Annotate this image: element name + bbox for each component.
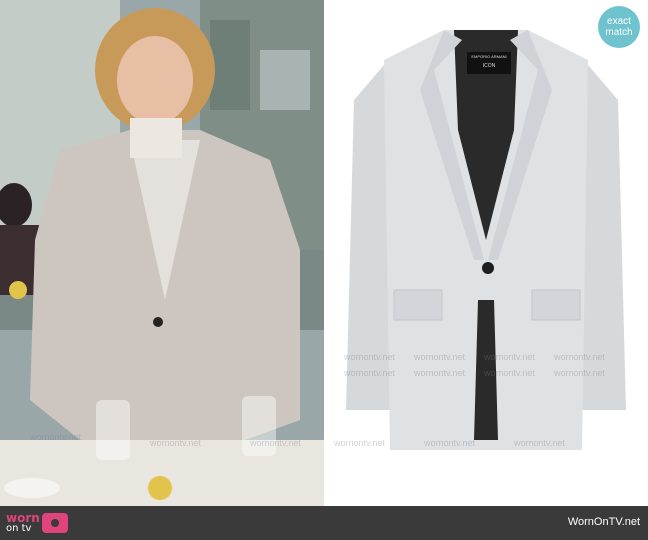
site-name[interactable]: WornOnTV.net bbox=[568, 516, 640, 528]
wornontv-logo[interactable]: worn on tv bbox=[6, 510, 86, 536]
tv-icon bbox=[42, 513, 68, 533]
logo-ontv-text: on tv bbox=[6, 523, 32, 534]
product-label-line1: EMPORIO ARMANI bbox=[471, 54, 507, 59]
blazer-illustration bbox=[346, 30, 626, 450]
product-photo: EMPORIO ARMANI ICON wornontv.net wornont… bbox=[324, 0, 648, 506]
exact-match-badge: exact match bbox=[598, 6, 640, 48]
badge-line2: match bbox=[605, 27, 633, 38]
scene-photo: wornontv.net wornontv.net wornontv.net bbox=[0, 0, 324, 506]
product-label-line2: ICON bbox=[482, 63, 496, 69]
footer-bar: worn on tv WornOnTV.net bbox=[0, 506, 648, 540]
scene-illustration bbox=[0, 0, 324, 506]
badge-line1: exact bbox=[607, 16, 631, 27]
